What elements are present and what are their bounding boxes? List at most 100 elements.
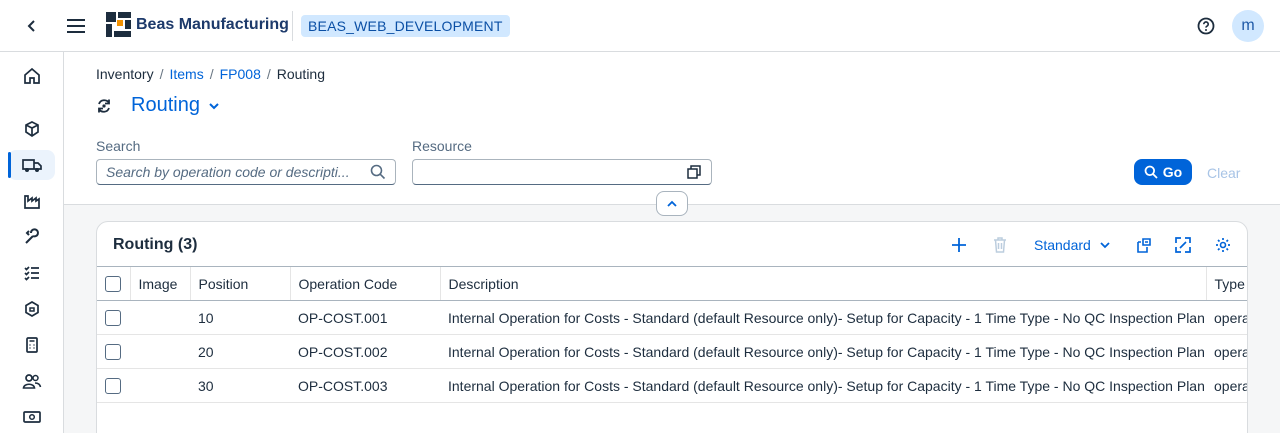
cell-image [130, 300, 190, 335]
select-all-checkbox[interactable] [105, 276, 121, 293]
cell-position: 10 [190, 300, 290, 335]
resource-input[interactable] [412, 159, 712, 185]
chevron-down-icon[interactable] [208, 100, 220, 112]
resource-label: Resource [412, 138, 472, 154]
back-button[interactable] [0, 0, 64, 52]
home-icon [23, 67, 40, 84]
cell-position: 30 [190, 368, 290, 403]
go-button[interactable]: Go [1134, 159, 1192, 185]
search-input[interactable]: Search by operation code or descripti... [96, 159, 396, 185]
search-label: Search [96, 138, 141, 154]
breadcrumb: Inventory / Items / FP008 / Routing [96, 66, 325, 82]
menu-button[interactable] [64, 14, 88, 38]
header-divider [292, 11, 293, 41]
factory-icon [23, 195, 40, 209]
chevron-left-icon [27, 19, 35, 32]
app-logo[interactable]: Beas Manufacturing [106, 12, 289, 37]
row-checkbox[interactable] [105, 310, 121, 327]
cell-type: opera [1206, 334, 1247, 369]
row-select-cell [97, 368, 130, 403]
nav-item-tasks[interactable] [8, 258, 55, 288]
nav-item-production[interactable] [8, 186, 55, 216]
gear-icon [1216, 238, 1230, 252]
avatar[interactable]: m [1232, 10, 1264, 42]
clear-button[interactable]: Clear [1207, 165, 1240, 181]
export-icon [1137, 238, 1151, 253]
money-icon [22, 411, 41, 423]
help-button[interactable] [1194, 14, 1218, 38]
page-header: Inventory / Items / FP008 / Routing Rout… [64, 52, 1280, 216]
cell-description: Internal Operation for Costs - Standard … [440, 300, 1206, 335]
variant-selector[interactable]: Standard [1034, 234, 1111, 256]
export-button[interactable] [1135, 234, 1152, 256]
collapse-header-button[interactable] [656, 191, 688, 216]
column-header-operation-code[interactable]: Operation Code [289, 266, 440, 301]
value-help-icon[interactable] [686, 164, 702, 180]
shell-header: Beas Manufacturing BEAS_WEB_DEVELOPMENT … [0, 0, 1280, 52]
variant-label: Standard [1034, 237, 1091, 253]
nav-item-items[interactable] [8, 114, 55, 144]
table-row[interactable]: 10 OP-COST.001 Internal Operation for Co… [97, 300, 1247, 335]
nav-item-tools[interactable] [8, 222, 55, 252]
delete-button[interactable] [993, 234, 1007, 256]
nav-item-home[interactable] [8, 61, 55, 91]
routing-table-card: Routing (3) Standard Image Position Oper… [96, 221, 1248, 433]
help-icon [1197, 17, 1215, 35]
cell-type: opera [1206, 300, 1247, 335]
column-header-type[interactable]: Type [1205, 266, 1247, 301]
fullscreen-button[interactable] [1175, 234, 1191, 256]
breadcrumb-fp008[interactable]: FP008 [220, 66, 261, 82]
search-icon [1144, 165, 1158, 179]
column-header-description[interactable]: Description [439, 266, 1206, 301]
cell-image [130, 334, 190, 369]
checklist-icon [23, 266, 39, 281]
cell-operation-code: OP-COST.002 [290, 334, 440, 369]
app-name: Beas Manufacturing [136, 15, 289, 33]
breadcrumb-inventory: Inventory [96, 66, 154, 82]
nav-item-shipping[interactable] [8, 150, 55, 180]
nav-item-packages[interactable] [8, 294, 55, 324]
search-icon[interactable] [370, 164, 386, 180]
page-title[interactable]: Routing [131, 94, 200, 117]
column-header-image[interactable]: Image [129, 266, 190, 301]
plus-icon [952, 238, 966, 252]
side-navigation [0, 52, 64, 433]
column-header-position[interactable]: Position [189, 266, 290, 301]
table-row[interactable]: 20 OP-COST.002 Internal Operation for Co… [97, 334, 1247, 369]
row-select-cell [97, 300, 130, 335]
table-header-row: Image Position Operation Code Descriptio… [97, 266, 1247, 301]
chevron-down-icon [1100, 242, 1110, 249]
nav-item-calculator[interactable] [8, 330, 55, 360]
nav-item-people[interactable] [8, 366, 55, 396]
cell-type: opera [1206, 368, 1247, 403]
package-icon [24, 301, 39, 317]
truck-icon [21, 159, 42, 172]
trash-icon [994, 237, 1006, 253]
wrench-icon [24, 228, 39, 244]
fullscreen-icon [1175, 237, 1191, 253]
tenant-badge: BEAS_WEB_DEVELOPMENT [301, 15, 510, 37]
cell-operation-code: OP-COST.001 [290, 300, 440, 335]
add-button[interactable] [951, 234, 967, 256]
chevron-up-icon [667, 200, 677, 207]
table-row[interactable]: 30 OP-COST.003 Internal Operation for Co… [97, 368, 1247, 403]
search-placeholder: Search by operation code or descripti... [106, 164, 350, 180]
settings-button[interactable] [1215, 234, 1231, 256]
row-checkbox[interactable] [105, 344, 121, 361]
go-label: Go [1162, 164, 1183, 180]
routing-icon [98, 98, 110, 113]
table-title: Routing (3) [113, 236, 198, 253]
people-icon [22, 374, 41, 389]
cell-position: 20 [190, 334, 290, 369]
beas-logo-icon [106, 12, 131, 37]
routing-table: Image Position Operation Code Descriptio… [97, 266, 1247, 403]
breadcrumb-items[interactable]: Items [169, 66, 203, 82]
cell-description: Internal Operation for Costs - Standard … [440, 368, 1206, 403]
page-title-row: Routing [96, 94, 220, 117]
cell-operation-code: OP-COST.003 [290, 368, 440, 403]
row-checkbox[interactable] [105, 378, 121, 395]
breadcrumb-separator: / [209, 66, 214, 82]
nav-item-finance[interactable] [8, 402, 55, 432]
cube-icon [24, 121, 39, 138]
breadcrumb-separator: / [159, 66, 164, 82]
